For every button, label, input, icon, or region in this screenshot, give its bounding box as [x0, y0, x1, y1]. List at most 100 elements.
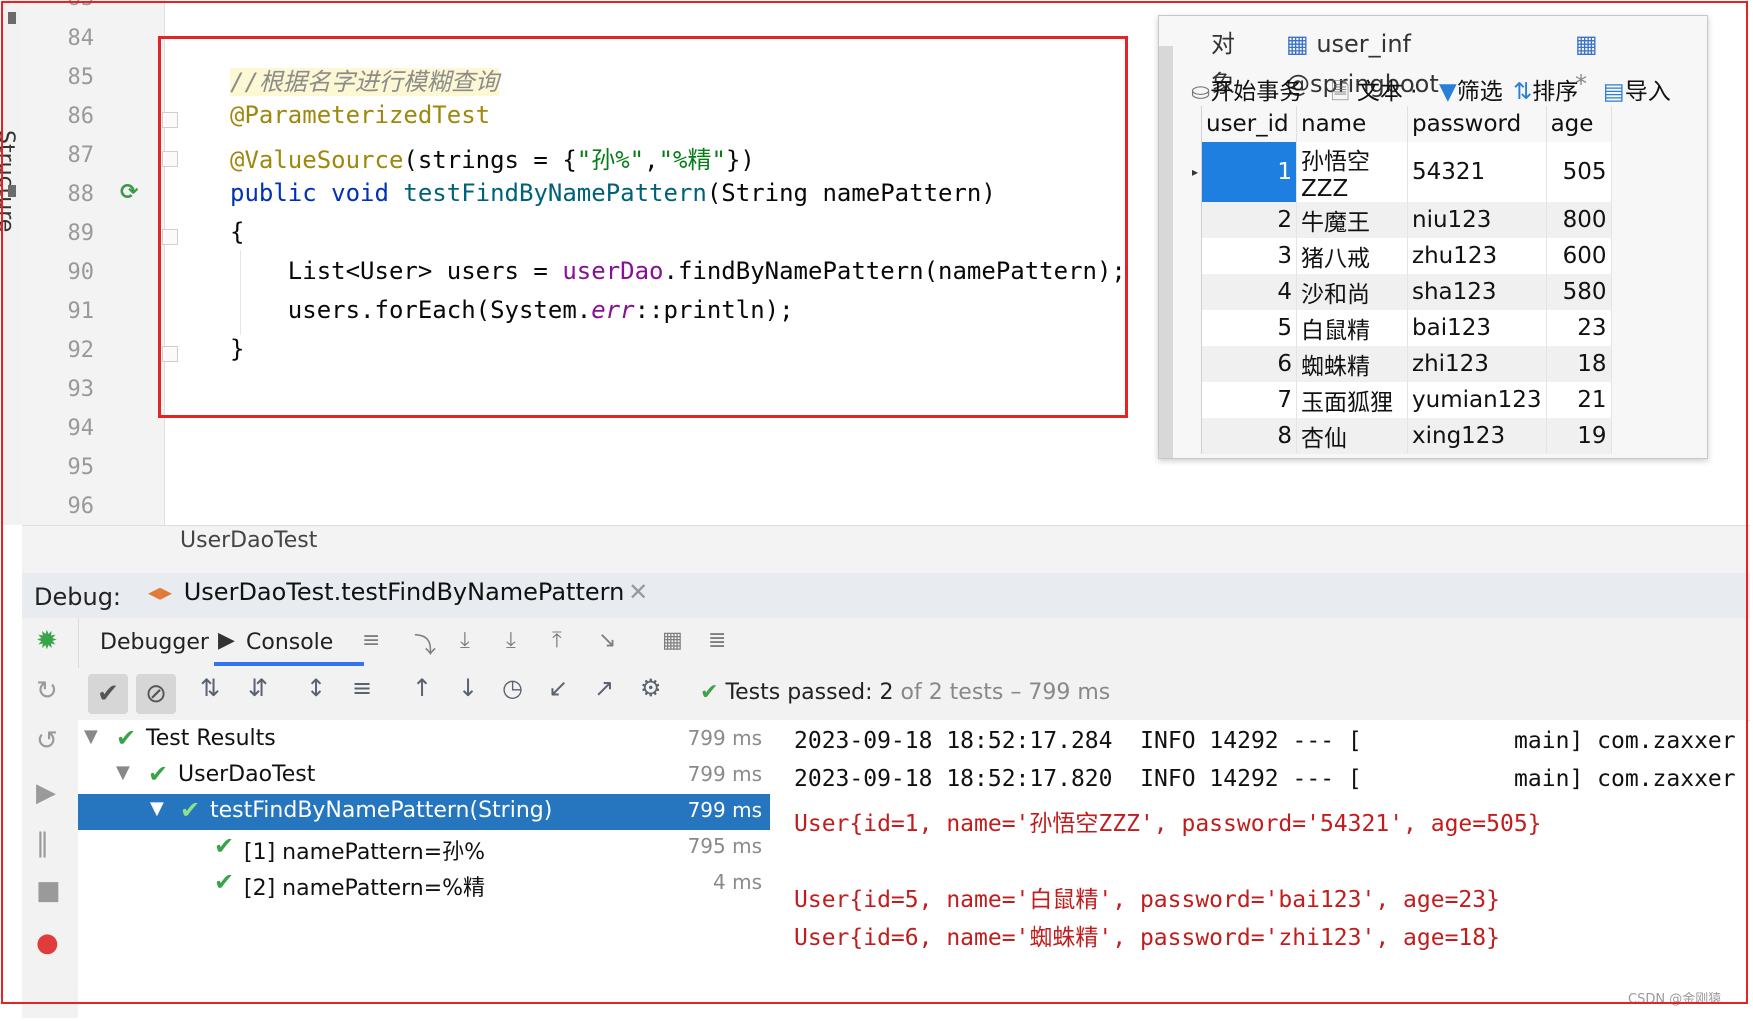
cell-user-id[interactable]: 7: [1201, 382, 1297, 418]
sort-duration-icon[interactable]: ⇵: [248, 674, 268, 702]
tree-node-invocation[interactable]: ✔ [1] namePattern=孙% 795 ms: [78, 830, 770, 866]
table-row[interactable]: 6 蜘蛛精 zhi123 18: [1189, 346, 1612, 382]
cell-password[interactable]: bai123: [1407, 310, 1547, 346]
trace-icon[interactable]: ≣: [708, 628, 726, 653]
evaluate-expression-icon[interactable]: ▦: [662, 628, 683, 653]
cell-password[interactable]: sha123: [1407, 274, 1547, 310]
test-results-tree[interactable]: ▼ ✔ Test Results 799 ms ▼ ✔ UserDaoTest …: [78, 720, 771, 1018]
cell-age[interactable]: 19: [1546, 418, 1612, 454]
cell-user-id[interactable]: 8: [1201, 418, 1297, 454]
tab-objects[interactable]: 对象: [1211, 24, 1235, 98]
step-out-icon[interactable]: ⤒: [552, 628, 562, 653]
cell-user-id[interactable]: 1: [1201, 142, 1297, 202]
restart-icon[interactable]: ↺: [36, 726, 58, 756]
pause-icon[interactable]: ‖: [36, 828, 49, 858]
export-tests-icon[interactable]: ↗: [594, 674, 614, 702]
step-into-icon[interactable]: ⤓: [460, 628, 470, 653]
tree-node-method[interactable]: ▼ ✔ testFindByNamePattern(String) 799 ms: [78, 794, 770, 830]
cell-user-id[interactable]: 2: [1201, 202, 1297, 238]
rerun-icon[interactable]: ↻: [36, 676, 58, 706]
cell-user-id[interactable]: 3: [1201, 238, 1297, 274]
table-row[interactable]: 5 白鼠精 bai123 23: [1189, 310, 1612, 346]
cell-name[interactable]: 猪八戒: [1296, 238, 1408, 274]
tree-node-class[interactable]: ▼ ✔ UserDaoTest 799 ms: [78, 758, 770, 794]
table-row[interactable]: 3 猪八戒 zhu123 600: [1189, 238, 1612, 274]
run-test-gutter-icon[interactable]: ⟳: [120, 180, 146, 206]
threads-icon[interactable]: ≡: [362, 628, 380, 653]
table-row[interactable]: 7 玉面狐狸 yumian123 21: [1189, 382, 1612, 418]
tree-node-test-results[interactable]: ▼ ✔ Test Results 799 ms: [78, 722, 770, 758]
cell-password[interactable]: zhu123: [1407, 238, 1547, 274]
expand-all-icon[interactable]: ↕: [306, 674, 326, 702]
resume-icon[interactable]: ▶: [36, 778, 56, 808]
cell-password[interactable]: 54321: [1407, 142, 1547, 202]
close-icon[interactable]: ✕: [628, 578, 648, 606]
collapse-all-icon[interactable]: ≡: [352, 674, 372, 702]
sort-alpha-icon[interactable]: ⇅: [200, 674, 220, 702]
breakpoints-icon[interactable]: ●: [36, 928, 59, 958]
cell-name[interactable]: 白鼠精: [1296, 310, 1408, 346]
cell-name[interactable]: 孙悟空ZZZ: [1296, 142, 1408, 202]
console-line: User{id=6, name='蜘蛛精', password='zhi123'…: [794, 925, 1500, 951]
previous-test-icon[interactable]: ↑: [412, 674, 432, 702]
expand-arrow-icon[interactable]: ▼: [150, 798, 164, 819]
step-over-icon[interactable]: ⤵: [414, 628, 436, 660]
tab-user-inf[interactable]: ▦ user_inf @springboot ...: [1286, 24, 1439, 138]
cell-user-id[interactable]: 5: [1201, 310, 1297, 346]
tree-node-label: UserDaoTest: [178, 762, 316, 787]
tab-debugger[interactable]: Debugger: [100, 630, 209, 655]
table-row[interactable]: 8 杏仙 xing123 19: [1189, 418, 1612, 454]
cell-age[interactable]: 23: [1546, 310, 1612, 346]
db-data-grid[interactable]: user_id name password age ▸ 1 孙悟空ZZZ 543…: [1189, 106, 1612, 454]
table-row[interactable]: 4 沙和尚 sha123 580: [1189, 274, 1612, 310]
table-row[interactable]: 2 牛魔王 niu123 800: [1189, 202, 1612, 238]
sort-icon: ⇅: [1513, 79, 1533, 105]
import-tests-icon[interactable]: ↙: [548, 674, 568, 702]
cell-password[interactable]: xing123: [1407, 418, 1547, 454]
show-passed-toggle[interactable]: ✔: [88, 674, 128, 714]
cell-age[interactable]: 21: [1546, 382, 1612, 418]
run-to-cursor-icon[interactable]: ↘: [598, 628, 616, 653]
cell-password[interactable]: zhi123: [1407, 346, 1547, 382]
structure-tool-strip[interactable]: Z: Structure: [0, 0, 43, 525]
tab-console[interactable]: Console: [246, 630, 333, 655]
column-header-password[interactable]: password: [1407, 106, 1547, 142]
tree-node-invocation[interactable]: ✔ [2] namePattern=%精 4 ms: [78, 866, 770, 902]
next-test-icon[interactable]: ↓: [458, 674, 478, 702]
cell-user-id[interactable]: 6: [1201, 346, 1297, 382]
cell-age[interactable]: 18: [1546, 346, 1612, 382]
debug-side-toolbar: ✹ ↻ ↺ ▶ ‖ ■ ●: [22, 618, 79, 1018]
settings-gear-icon[interactable]: ⚙: [640, 674, 662, 702]
tree-node-time: 799 ms: [687, 798, 762, 822]
stop-icon[interactable]: ■: [36, 876, 61, 906]
console-output[interactable]: 2023-09-18 18:52:17.284 INFO 14292 --- […: [770, 720, 1748, 1018]
cell-age[interactable]: 800: [1546, 202, 1612, 238]
table-row[interactable]: ▸ 1 孙悟空ZZZ 54321 505: [1189, 142, 1612, 202]
cell-name[interactable]: 蜘蛛精: [1296, 346, 1408, 382]
db-table-viewer[interactable]: 对象 ▦ user_inf @springboot ... ▦ * 无标题 ⛀开…: [1158, 15, 1708, 459]
cell-age[interactable]: 600: [1546, 238, 1612, 274]
cell-password[interactable]: niu123: [1407, 202, 1547, 238]
cell-name[interactable]: 沙和尚: [1296, 274, 1408, 310]
cell-name[interactable]: 牛魔王: [1296, 202, 1408, 238]
debug-bug-icon[interactable]: ✹: [36, 626, 58, 656]
expand-arrow-icon[interactable]: ▼: [116, 762, 130, 783]
cell-password[interactable]: yumian123: [1407, 382, 1547, 418]
history-icon[interactable]: ◷: [502, 674, 523, 702]
show-ignored-toggle[interactable]: ⊘: [136, 674, 176, 714]
cell-user-id[interactable]: 4: [1201, 274, 1297, 310]
db-scrollbar[interactable]: [1159, 46, 1173, 458]
force-step-into-icon[interactable]: ⤓: [506, 628, 516, 653]
expand-arrow-icon[interactable]: ▼: [84, 726, 98, 747]
cell-age[interactable]: 505: [1546, 142, 1612, 202]
column-header-user-id[interactable]: user_id: [1201, 106, 1297, 142]
editor-file-breadcrumb[interactable]: UserDaoTest: [180, 528, 317, 553]
debug-session-tab[interactable]: ◂▸ UserDaoTest.testFindByNamePattern ✕: [148, 578, 653, 622]
cell-name[interactable]: 玉面狐狸: [1296, 382, 1408, 418]
cell-age[interactable]: 580: [1546, 274, 1612, 310]
tab-untitled[interactable]: ▦ * 无标题: [1575, 24, 1599, 218]
cell-name[interactable]: 杏仙: [1296, 418, 1408, 454]
column-header-name[interactable]: name: [1296, 106, 1408, 142]
column-header-age[interactable]: age: [1546, 106, 1612, 142]
import-button[interactable]: ▤导入: [1603, 71, 1671, 113]
